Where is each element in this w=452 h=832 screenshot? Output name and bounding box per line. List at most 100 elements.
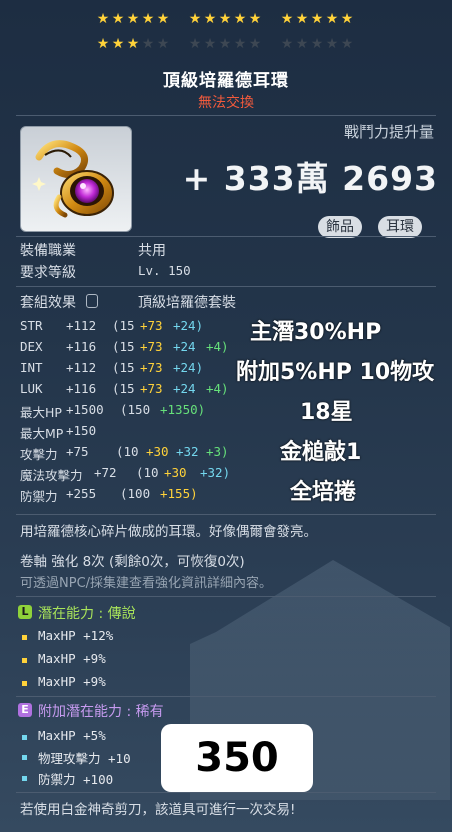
power-increase-value: + 333萬 2693 — [182, 159, 438, 198]
category-tag-accessory: 飾品 — [318, 216, 362, 238]
stat-flame: +73 — [140, 381, 163, 396]
category-tag-earring: 耳環 — [378, 216, 422, 238]
star-icon: ★ — [280, 11, 294, 27]
star-force-row-2: ★ ★ ★ ★ ★ ★ ★ ★ ★ ★ ★ ★ ★ ★ ★ — [0, 37, 452, 53]
star-icon: ★ — [96, 11, 110, 27]
stat-name: 防禦力 — [20, 489, 58, 504]
star-icon: ★ — [111, 11, 125, 27]
star-icon: ★ — [156, 11, 170, 27]
star-icon: ★ — [126, 36, 140, 52]
bullet — [22, 776, 27, 781]
star-icon: ★ — [188, 36, 202, 52]
set-label: 套組效果 — [20, 295, 76, 311]
stat-scroll: +4) — [206, 339, 229, 354]
level-row: 要求等級 Lv. 150 — [20, 262, 191, 282]
note-bonus-potential: 附加5%HP 10物攻 — [236, 360, 435, 385]
job-value: 共用 — [138, 243, 166, 259]
stat-flame: +30 — [146, 444, 169, 459]
star-icon: ★ — [340, 11, 354, 27]
set-name: 頂級培羅德套裝 — [138, 295, 236, 311]
note-main-potential: 主潛30%HP — [250, 320, 382, 345]
stat-star: +24) — [173, 318, 204, 333]
stat-total: +116 — [66, 381, 97, 396]
divider — [16, 115, 436, 116]
star-icon: ★ — [295, 36, 309, 52]
stat-base: (150 — [120, 402, 151, 417]
stat-name: LUK — [20, 381, 43, 396]
stat-base: (15 — [112, 381, 135, 396]
price-note: 350 — [161, 724, 313, 792]
job-row: 裝備職業 共用 — [20, 240, 166, 260]
stat-name: 最大MP — [20, 426, 64, 441]
item-icon-box — [20, 126, 132, 232]
star-icon: ★ — [188, 11, 202, 27]
potential-label: 潛在能力 : 傳說 — [38, 606, 136, 622]
star-icon: ★ — [310, 11, 324, 27]
note-stars: 18星 — [300, 400, 353, 425]
bonus-potential-line-3: 防禦力 +100 — [38, 772, 114, 787]
stat-name: 魔法攻擊力 — [20, 468, 83, 483]
divider — [16, 236, 436, 237]
star-icon: ★ — [233, 36, 247, 52]
divider — [16, 286, 436, 287]
star-icon: ★ — [295, 11, 309, 27]
bonus-potential-line-2: 物理攻擊力 +10 — [38, 751, 131, 766]
stat-scroll: +3) — [206, 444, 229, 459]
stat-base: (15 — [112, 318, 135, 333]
stat-base: (10 — [116, 444, 139, 459]
note-scroll: 全培捲 — [290, 480, 357, 505]
stat-total: +150 — [66, 423, 97, 438]
star-icon: ★ — [218, 36, 232, 52]
power-increase-label: 戰鬥力提升量 — [343, 123, 434, 141]
stat-base: (15 — [112, 360, 135, 375]
star-icon: ★ — [218, 11, 232, 27]
earring-icon — [32, 140, 114, 218]
set-row: 套組效果 頂級培羅德套裝 — [20, 292, 236, 312]
star-icon: ★ — [96, 36, 110, 52]
potential-line-3: MaxHP +9% — [38, 674, 106, 689]
star-icon: ★ — [203, 11, 217, 27]
potential-line-1: MaxHP +12% — [38, 628, 114, 643]
enhance-hint: 可透過NPC/採集建查看強化資訊詳細內容。 — [20, 576, 273, 591]
star-icon: ★ — [325, 36, 339, 52]
star-force-row-1: ★ ★ ★ ★ ★ ★ ★ ★ ★ ★ ★ ★ ★ ★ ★ — [0, 12, 452, 28]
item-name: 頂級培羅德耳環 — [163, 71, 289, 91]
star-icon: ★ — [340, 36, 354, 52]
bullet — [22, 755, 27, 760]
star-icon: ★ — [310, 36, 324, 52]
trade-footer: 若使用白金神奇剪刀，該道具可進行一次交易! — [20, 802, 296, 818]
stat-star: +24) — [173, 360, 204, 375]
star-icon: ★ — [156, 36, 170, 52]
stat-name: STR — [20, 318, 43, 333]
potential-line-2: MaxHP +9% — [38, 651, 106, 666]
item-tooltip: ★ ★ ★ ★ ★ ★ ★ ★ ★ ★ ★ ★ ★ ★ ★ ★ ★ ★ ★ ★ ★ ★ ★ ★ ★ ★ ★ ★ ★ ★ 頂級培羅德耳環 … — [0, 0, 452, 832]
bonus-potential-line-1: MaxHP +5% — [38, 728, 106, 743]
stat-star: +32) — [200, 465, 231, 480]
stat-name: INT — [20, 360, 43, 375]
job-label: 裝備職業 — [20, 243, 76, 259]
stat-total: +1500 — [66, 402, 104, 417]
level-value: Lv. 150 — [138, 263, 191, 278]
stat-base: (100 — [120, 486, 151, 501]
divider — [16, 792, 436, 793]
star-icon: ★ — [280, 36, 294, 52]
divider — [16, 696, 436, 697]
star-icon: ★ — [141, 11, 155, 27]
lock-icon — [86, 294, 99, 308]
stat-flame: +155) — [160, 486, 198, 501]
star-icon: ★ — [126, 11, 140, 27]
stat-star: +32 — [176, 444, 199, 459]
stat-star: +24 — [173, 381, 196, 396]
stat-total: +72 — [94, 465, 117, 480]
stat-total: +116 — [66, 339, 97, 354]
item-description: 用培羅德核心碎片做成的耳環。好像偶爾會發亮。 — [20, 524, 317, 540]
divider — [16, 514, 436, 515]
stat-total: +112 — [66, 360, 97, 375]
stat-flame: +73 — [140, 360, 163, 375]
bullet — [22, 735, 27, 740]
bullet — [22, 635, 27, 640]
bullet — [22, 658, 27, 663]
divider — [16, 596, 436, 597]
scroll-info: 卷軸 強化 8次 (剩餘0次，可恢復0次) — [20, 554, 245, 570]
stat-name: 攻擊力 — [20, 447, 58, 462]
